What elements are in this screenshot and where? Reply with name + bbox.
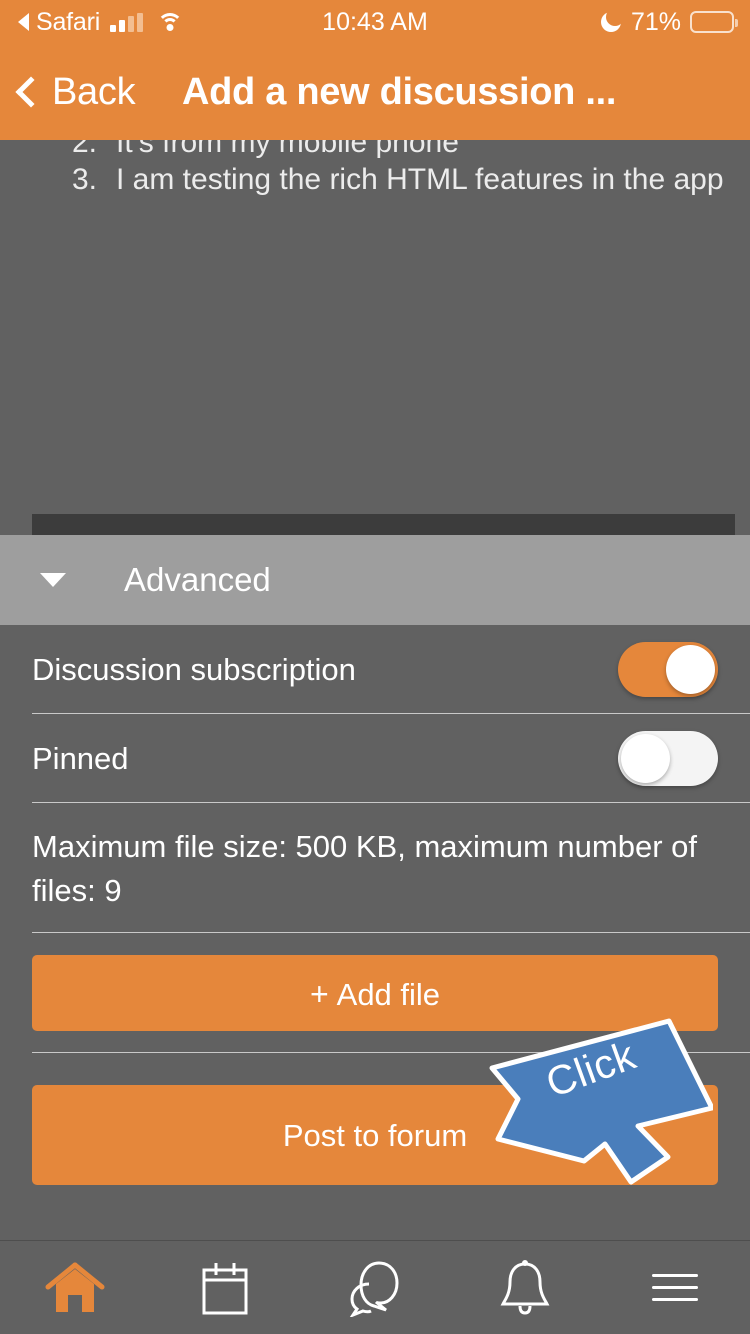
setting-row-discussion-subscription[interactable]: Discussion subscription: [0, 625, 750, 714]
discussion-subscription-toggle[interactable]: [618, 642, 718, 697]
file-limits-note: Maximum file size: 500 KB, maximum numbe…: [0, 803, 750, 933]
calendar-icon: [202, 1262, 248, 1314]
advanced-section-header[interactable]: Advanced: [0, 535, 750, 625]
list-item: 3. I am testing the rich HTML features i…: [0, 163, 750, 199]
caret-down-icon: [40, 573, 66, 587]
app-screen: Safari 10:43 AM 71% Back Add a new discu…: [0, 0, 750, 1334]
add-file-button[interactable]: + Add file: [32, 955, 718, 1031]
status-bar: Safari 10:43 AM 71%: [0, 0, 750, 44]
page-title: Add a new discussion ...: [182, 71, 617, 113]
setting-label: Discussion subscription: [32, 651, 356, 687]
bottom-tab-bar: [0, 1240, 750, 1334]
ordered-list: 2. It’s from my mobile phone 3. I am tes…: [0, 140, 750, 199]
tab-notifications[interactable]: [450, 1241, 600, 1334]
tab-home[interactable]: [0, 1241, 150, 1334]
add-file-row: + Add file: [0, 933, 750, 1053]
list-item-text: It’s from my mobile phone: [116, 140, 459, 159]
battery-percent-label: 71%: [630, 7, 681, 36]
plus-icon: +: [309, 976, 329, 1012]
pinned-toggle[interactable]: [618, 731, 718, 786]
hamburger-menu-icon: [652, 1265, 698, 1310]
battery-icon: [690, 11, 738, 33]
add-file-label: Add file: [336, 977, 441, 1012]
tab-messages[interactable]: [300, 1241, 450, 1334]
tab-menu[interactable]: [600, 1241, 750, 1334]
toggle-knob: [621, 734, 670, 783]
chevron-left-icon: [15, 76, 47, 108]
back-button-label: Back: [52, 70, 136, 113]
post-to-forum-button[interactable]: Post to forum: [32, 1085, 718, 1185]
list-item-number: 3.: [72, 163, 98, 196]
setting-row-pinned[interactable]: Pinned: [0, 714, 750, 803]
file-limits-text: Maximum file size: 500 KB, maximum numbe…: [32, 829, 697, 908]
toggle-knob: [666, 645, 715, 694]
bell-icon: [500, 1259, 550, 1315]
discussion-body-editor[interactable]: 2. It’s from my mobile phone 3. I am tes…: [0, 140, 750, 514]
list-item-text: I am testing the rich HTML features in t…: [116, 163, 724, 196]
setting-label: Pinned: [32, 740, 129, 776]
list-item: 2. It’s from my mobile phone: [0, 140, 750, 162]
list-item-number: 2.: [72, 140, 98, 159]
home-icon: [45, 1262, 105, 1312]
advanced-settings-panel: Discussion subscription Pinned Maximum f…: [0, 625, 750, 1210]
back-button[interactable]: Back: [14, 44, 136, 140]
tab-calendar[interactable]: [150, 1241, 300, 1334]
horizontal-scrollbar[interactable]: [32, 514, 735, 535]
chat-bubbles-icon: [349, 1260, 399, 1317]
status-bar-right: 71%: [600, 0, 738, 44]
crescent-moon-icon: [600, 11, 622, 33]
navigation-bar: Back Add a new discussion ...: [0, 44, 750, 140]
advanced-section-label: Advanced: [124, 561, 271, 598]
post-row: Post to forum: [0, 1053, 750, 1207]
